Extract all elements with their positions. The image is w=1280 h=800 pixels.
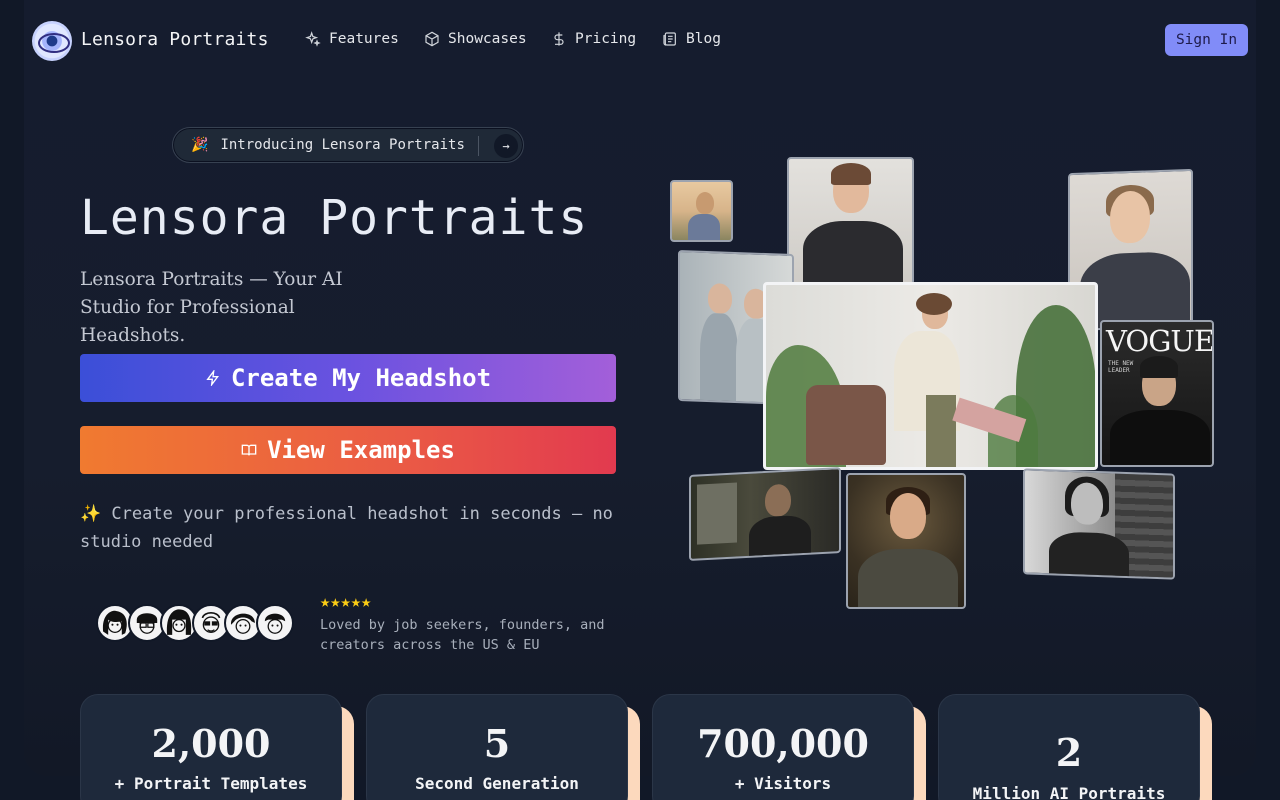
newspaper-icon	[663, 32, 676, 46]
sparkles-icon	[305, 31, 321, 47]
user-avatars	[96, 604, 306, 644]
nav-item-showcases[interactable]: Showcases	[424, 31, 527, 47]
brand-name[interactable]: Lensora Portraits	[81, 29, 269, 50]
view-examples-button[interactable]: View Examples	[80, 426, 616, 474]
eye-icon[interactable]	[32, 21, 72, 61]
arrow-right-icon[interactable]: →	[494, 134, 518, 158]
nav-item-label: Blog	[686, 31, 721, 47]
tagline: ✨ Create your professional headshot in s…	[80, 504, 613, 552]
nav-item-features[interactable]: Features	[305, 31, 399, 47]
cube-icon	[425, 31, 439, 47]
dollar-icon	[554, 32, 564, 46]
stat-card-visitors: 700,000 + Visitors	[652, 694, 914, 800]
top-nav: Lensora Portraits Features Showcases Pri…	[0, 0, 1280, 80]
create-headshot-label: Create My Headshot	[230, 364, 492, 392]
nav-item-label: Showcases	[448, 31, 527, 47]
page-title: Lensora Portraits	[80, 190, 589, 246]
hero-subtitle: Lensora Portraits — Your AI Studio for P…	[80, 269, 343, 346]
stat-value: 700,000	[697, 721, 869, 766]
lightning-icon	[206, 370, 219, 386]
stat-value: 2,000	[151, 721, 271, 766]
magazine-cover-line: THE NEW LEADER	[1108, 360, 1134, 374]
stat-label: + Portrait Templates	[114, 774, 308, 793]
stat-value: 5	[483, 721, 511, 766]
view-examples-label: View Examples	[267, 436, 455, 464]
pill-divider	[478, 136, 479, 156]
nav-item-label: Features	[329, 31, 399, 47]
stat-card-portraits: 2 Million AI Portraits	[938, 694, 1200, 800]
stat-card-templates: 2,000 + Portrait Templates	[80, 694, 342, 800]
nav-item-pricing[interactable]: Pricing	[551, 31, 636, 47]
nav-item-label: Pricing	[575, 31, 637, 47]
stat-label: Million AI Portraits	[972, 784, 1166, 800]
stat-label: Second Generation	[415, 774, 579, 793]
announcement-pill[interactable]: 🎉 Introducing Lensora Portraits →	[172, 127, 524, 163]
portrait-thumbnail	[670, 180, 733, 242]
social-proof-text: Loved by job seekers, founders, and crea…	[320, 617, 605, 653]
magazine-cover: VOGUE THE NEW LEADER	[1100, 320, 1214, 467]
sign-in-button[interactable]: Sign In	[1165, 24, 1248, 56]
magazine-masthead: VOGUE	[1106, 324, 1214, 358]
avatar	[256, 604, 294, 642]
portrait-thumbnail	[846, 473, 966, 609]
featured-portrait	[763, 282, 1098, 470]
pill-text: Introducing Lensora Portraits	[220, 137, 465, 153]
portrait-thumbnail	[787, 157, 914, 285]
portrait-thumbnail	[689, 467, 841, 561]
portrait-thumbnail	[1023, 468, 1175, 580]
stat-card-generation: 5 Second Generation	[366, 694, 628, 800]
book-icon	[241, 444, 257, 456]
create-headshot-button[interactable]: Create My Headshot	[80, 354, 616, 402]
party-icon: 🎉	[191, 137, 209, 153]
nav-item-blog[interactable]: Blog	[662, 31, 721, 47]
rating-stars: ★★★★★	[320, 592, 372, 612]
stat-label: + Visitors	[734, 774, 832, 793]
stat-value: 2	[1055, 730, 1083, 775]
